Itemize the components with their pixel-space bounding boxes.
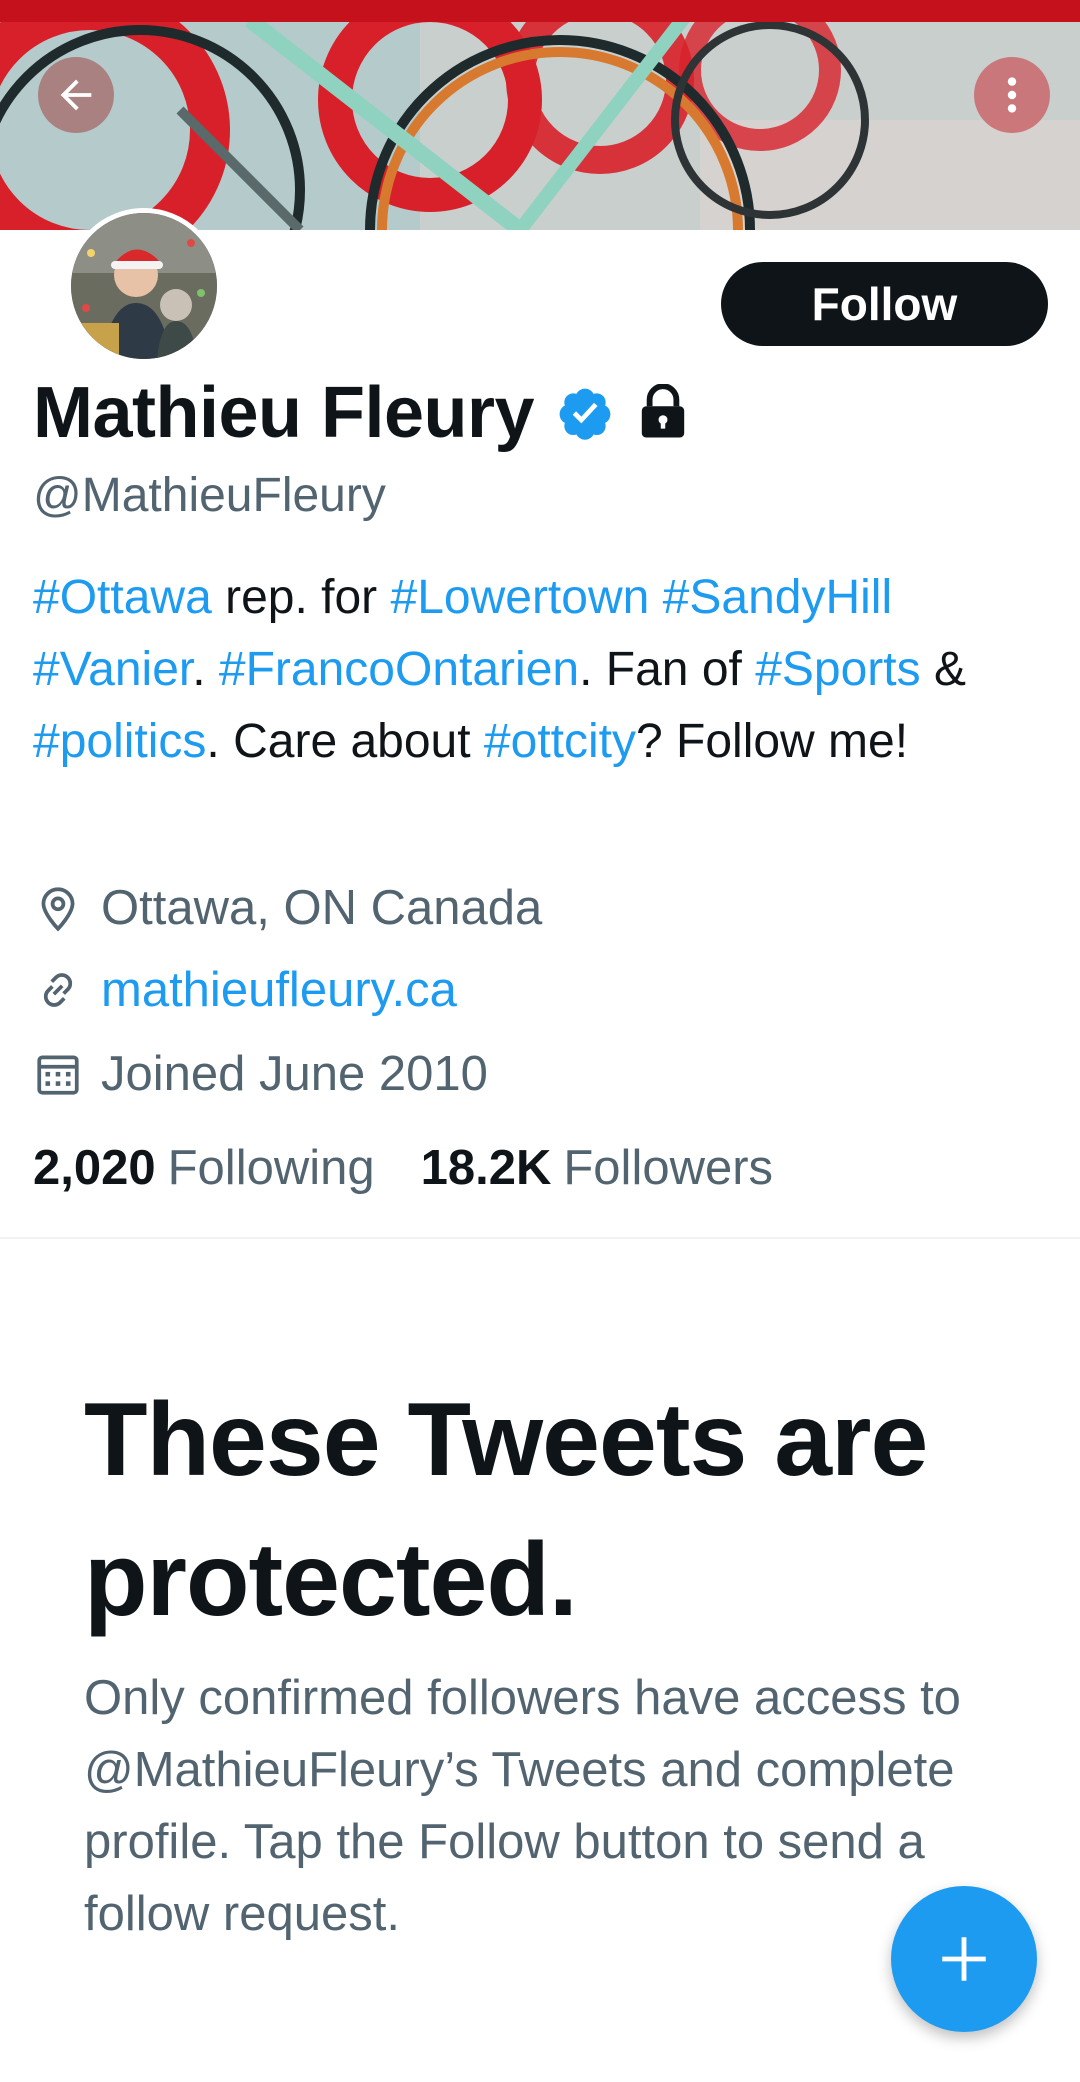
back-button[interactable] (38, 57, 114, 133)
lock-icon (641, 384, 685, 438)
display-name: Mathieu Fleury (33, 373, 535, 453)
hashtag-link[interactable]: #Sports (755, 643, 920, 696)
divider (0, 1237, 1080, 1239)
compose-tweet-button[interactable] (891, 1886, 1037, 2032)
profile-name-row: Mathieu Fleury (33, 368, 690, 458)
hashtag-link[interactable]: #Vanier (33, 643, 192, 696)
hashtag-link[interactable]: #Lowertown (391, 571, 650, 624)
status-bar (0, 0, 1080, 22)
profile-banner[interactable] (0, 0, 1080, 230)
avatar[interactable] (66, 208, 222, 364)
bio-text: . Care about (206, 715, 484, 768)
banner-image (0, 0, 1080, 230)
profile-location: Ottawa, ON Canada (33, 876, 542, 940)
following-stat[interactable]: 2,020 Following (33, 1140, 375, 1196)
more-vertical-icon (1007, 77, 1017, 113)
profile-joined: Joined June 2010 (33, 1042, 488, 1106)
avatar-image (71, 213, 217, 359)
location-text: Ottawa, ON Canada (101, 881, 543, 935)
hashtag-link[interactable]: #Ottawa (33, 571, 212, 624)
profile-stats: 2,020 Following 18.2K Followers (33, 1140, 773, 1196)
plus-icon (942, 1937, 986, 1981)
hashtag-link[interactable]: #ottcity (484, 715, 636, 768)
hashtag-link[interactable]: #SandyHill (663, 571, 892, 624)
website-link[interactable]: mathieufleury.ca (101, 962, 457, 1018)
arrow-left-icon (60, 79, 92, 111)
calendar-icon (37, 1055, 79, 1095)
followers-stat[interactable]: 18.2K Followers (421, 1140, 773, 1196)
bio-text: . Fan of (579, 643, 756, 696)
more-options-button[interactable] (974, 57, 1050, 133)
bio-text (649, 571, 662, 624)
profile-bio: #Ottawa rep. for #Lowertown #SandyHill #… (33, 562, 1063, 778)
bio-text: ? Follow me! (635, 715, 909, 768)
followers-count: 18.2K (420, 1141, 552, 1195)
link-icon (43, 973, 73, 1007)
following-label: Following (167, 1141, 375, 1195)
verified-badge-icon[interactable] (556, 384, 614, 442)
bio-text: rep. for (211, 571, 391, 624)
follow-button[interactable]: Follow (721, 262, 1048, 346)
joined-text: Joined June 2010 (101, 1047, 488, 1101)
bio-text: & (920, 643, 966, 696)
protected-title: These Tweets are protected. (84, 1382, 928, 1638)
hashtag-link[interactable]: #FrancoOntarien (219, 643, 579, 696)
hashtag-link[interactable]: #politics (33, 715, 206, 768)
bio-text: . (192, 643, 219, 696)
profile-website[interactable]: mathieufleury.ca (33, 958, 457, 1022)
protected-body: Only confirmed followers have access to … (84, 1671, 961, 1941)
followers-label: Followers (563, 1141, 774, 1195)
location-pin-icon (41, 887, 75, 932)
profile-handle: @MathieuFleury (33, 469, 386, 522)
following-count: 2,020 (33, 1141, 156, 1195)
